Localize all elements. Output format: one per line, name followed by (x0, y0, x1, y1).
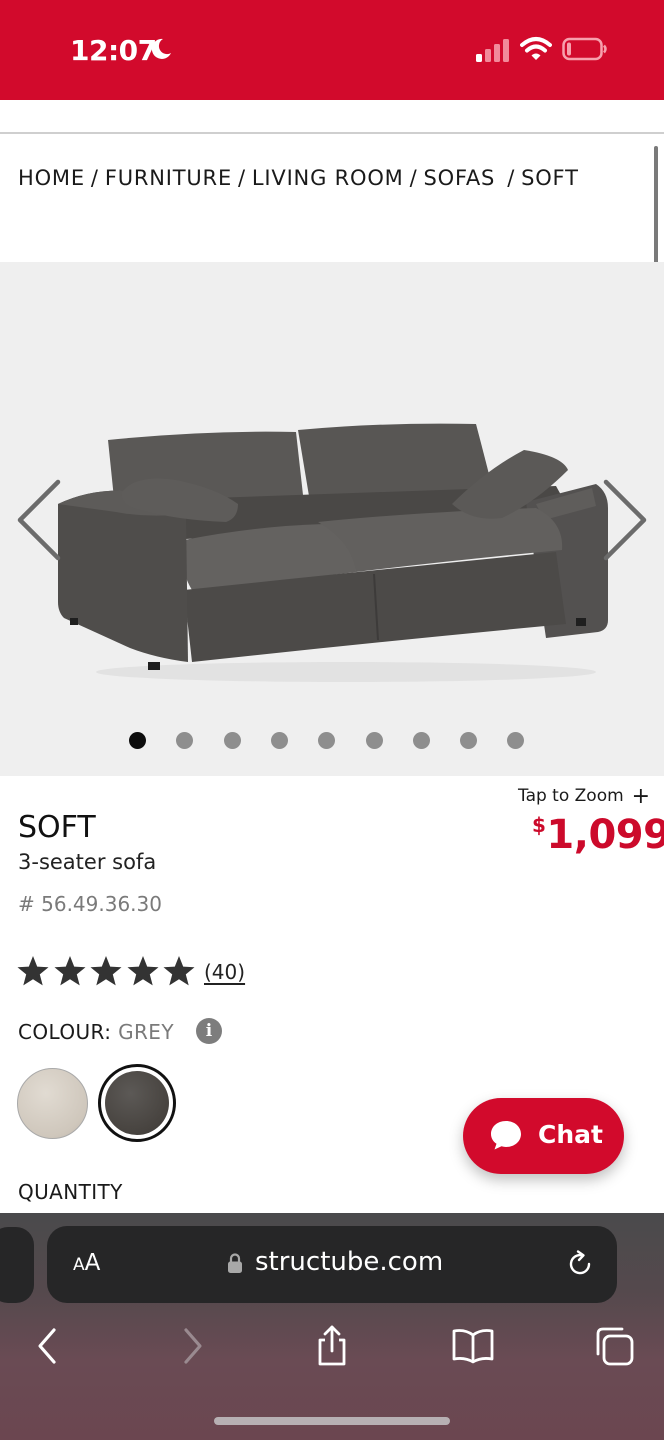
status-time: 12:07 (70, 34, 157, 67)
star-icon (54, 956, 85, 986)
browser-toolbar: AA structube.com (0, 1213, 664, 1440)
text-size-button[interactable]: AA (73, 1250, 100, 1276)
product-gallery[interactable] (0, 262, 664, 776)
info-icon[interactable]: i (196, 1018, 222, 1044)
breadcrumb-separator: / (409, 166, 418, 190)
colour-label: COLOUR: GREY (18, 1020, 174, 1044)
star-icon (127, 956, 158, 986)
plus-icon[interactable]: + (632, 784, 650, 809)
product-price: $1,099 (532, 812, 664, 858)
product-name: SOFT (18, 810, 96, 845)
gallery-dot[interactable] (129, 732, 146, 749)
back-icon[interactable] (26, 1324, 70, 1368)
star-icon (163, 956, 195, 986)
swatch-beige[interactable] (17, 1068, 88, 1139)
swatch-grey-selected[interactable] (98, 1064, 176, 1142)
breadcrumb-soft[interactable]: SOFT (521, 166, 579, 190)
gallery-pagination (0, 732, 664, 750)
url-text[interactable]: structube.com (255, 1247, 443, 1277)
tap-to-zoom[interactable]: Tap to Zoom + (518, 784, 650, 809)
breadcrumb-separator: / (238, 166, 246, 190)
swatch-grey[interactable] (105, 1071, 169, 1135)
gallery-dot[interactable] (365, 732, 383, 749)
breadcrumb: HOME / FURNITURE / LIVING ROOM / SOFAS / SOFT (18, 166, 658, 198)
colour-label-text: COLOUR: (18, 1020, 119, 1044)
review-count-link[interactable]: (40) (204, 960, 245, 984)
forward-icon[interactable] (170, 1324, 214, 1368)
price-value: 1,099 (546, 812, 664, 858)
breadcrumb-sofas[interactable]: SOFAS (423, 166, 495, 190)
breadcrumb-separator: / (507, 166, 516, 190)
star-icon (90, 956, 122, 986)
battery-icon (562, 37, 607, 61)
breadcrumb-living-room[interactable]: LIVING ROOM (252, 166, 404, 190)
gallery-dot[interactable] (460, 732, 478, 749)
price-currency: $ (532, 813, 546, 837)
reload-icon[interactable] (565, 1249, 595, 1279)
lock-icon (228, 1253, 242, 1273)
gallery-dot[interactable] (318, 732, 336, 749)
gallery-dot[interactable] (412, 732, 430, 749)
cellular-signal-icon (476, 39, 509, 62)
product-sku: # 56.49.36.30 (18, 892, 162, 916)
product-subtitle: 3-seater sofa (18, 850, 157, 874)
star-icon (17, 956, 49, 986)
gallery-dot[interactable] (223, 732, 241, 749)
gallery-dot[interactable] (270, 732, 288, 749)
breadcrumb-furniture[interactable]: FURNITURE (105, 166, 232, 190)
home-indicator (214, 1417, 450, 1425)
tabs-icon[interactable] (592, 1324, 636, 1368)
moon-icon (151, 38, 171, 59)
gallery-dot[interactable] (507, 732, 525, 749)
gallery-dot[interactable] (176, 732, 194, 749)
header-divider (0, 132, 664, 134)
quantity-label: QUANTITY (18, 1180, 123, 1204)
share-icon[interactable] (310, 1324, 354, 1368)
chat-button[interactable]: Chat (463, 1098, 624, 1174)
chevron-right-icon[interactable] (600, 478, 650, 562)
chevron-left-icon[interactable] (14, 478, 64, 562)
status-bar: 12:07 (0, 0, 664, 100)
grey-sofa-image (58, 423, 608, 682)
wifi-icon (520, 37, 552, 60)
chat-label[interactable]: Chat (538, 1120, 603, 1149)
previous-tab-peek[interactable] (0, 1227, 34, 1303)
colour-value: GREY (118, 1020, 174, 1044)
bookmarks-icon[interactable] (451, 1324, 495, 1368)
breadcrumb-separator: / (90, 166, 99, 190)
chat-bubble-icon[interactable] (489, 1119, 523, 1151)
address-bar[interactable]: AA structube.com (47, 1226, 617, 1303)
tap-to-zoom-label[interactable]: Tap to Zoom (518, 786, 624, 806)
breadcrumb-home[interactable]: HOME (18, 166, 85, 190)
